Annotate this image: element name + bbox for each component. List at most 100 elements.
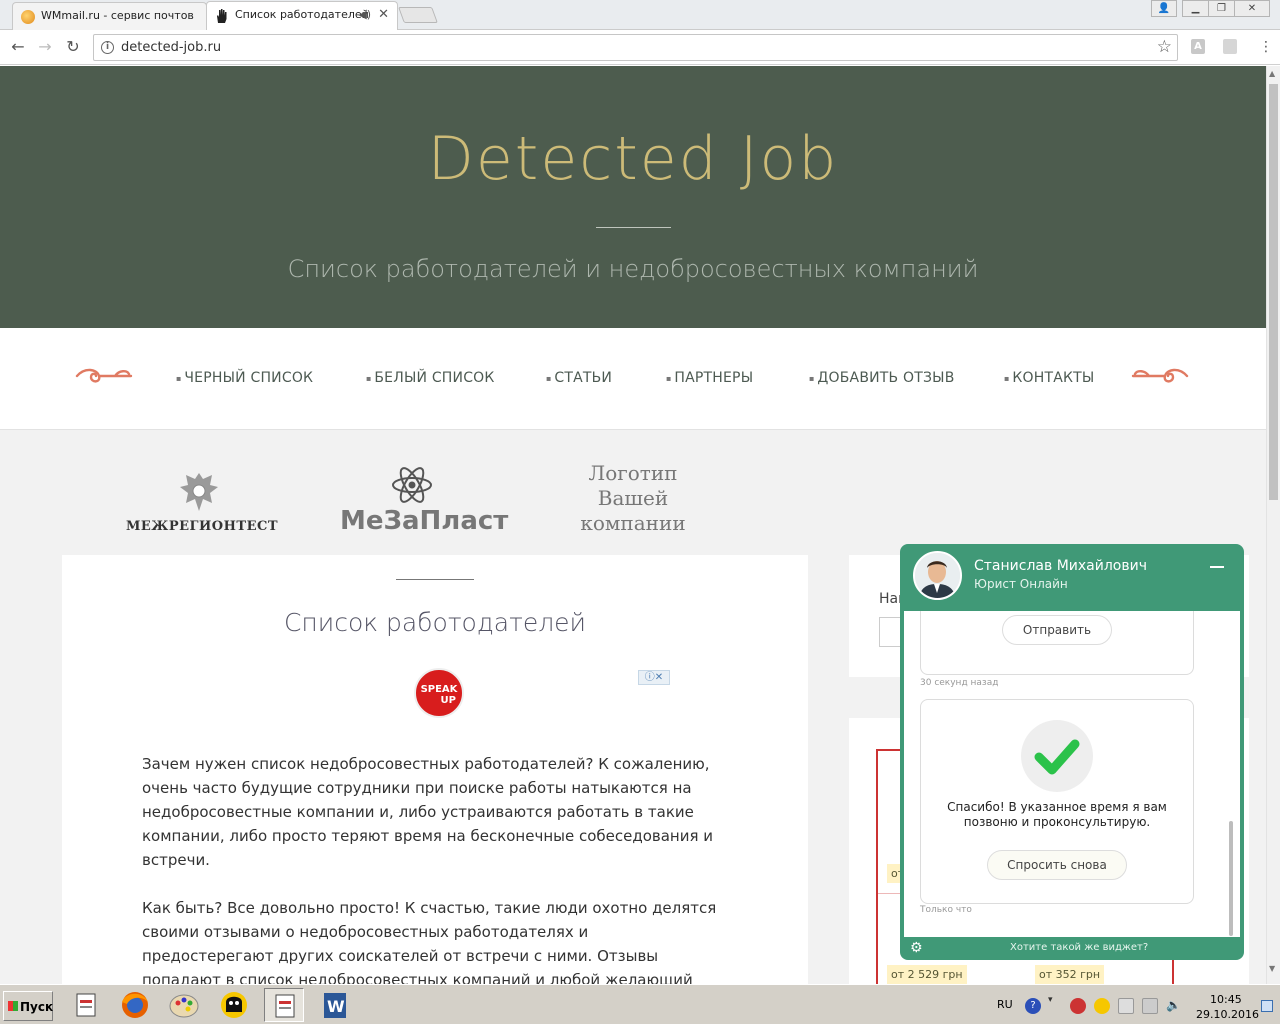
restore-icon[interactable]: ❐ bbox=[1208, 0, 1235, 17]
ghost-app-icon[interactable] bbox=[214, 988, 254, 1022]
site-title[interactable]: Detected Job bbox=[0, 124, 1266, 194]
chat-footer: ⚙ Хотите такой же виджет? bbox=[900, 937, 1244, 960]
checkmark-icon bbox=[1021, 720, 1093, 792]
extension-a-icon[interactable]: A bbox=[1191, 39, 1205, 54]
partner-logo-mezhregiontest[interactable]: МЕЖРЕГИОНТЕСТ bbox=[126, 519, 278, 534]
info-icon[interactable]: i bbox=[101, 41, 114, 54]
back-icon[interactable]: ← bbox=[8, 37, 28, 57]
tab-title: WMmail.ru - сервис почтов bbox=[41, 9, 194, 22]
confirmation-line: Спасибо! В указанное время я вам bbox=[947, 800, 1167, 814]
price-tag: от 352 грн bbox=[1035, 965, 1105, 984]
scroll-down-icon[interactable]: ▼ bbox=[1269, 964, 1275, 973]
word-icon[interactable]: W bbox=[314, 988, 354, 1022]
ad-choices-icon[interactable]: ⓘ✕ bbox=[638, 670, 670, 685]
forward-icon[interactable]: → bbox=[35, 37, 55, 57]
ad-badge-line: UP bbox=[440, 695, 456, 706]
price-tag: от 2 529 грн bbox=[887, 965, 967, 984]
wmmail-favicon-icon bbox=[21, 10, 35, 24]
document-window-icon[interactable] bbox=[264, 988, 304, 1022]
message-timestamp: 30 секунд назад bbox=[920, 678, 999, 688]
page-scrollbar[interactable]: ▲ ▼ bbox=[1266, 66, 1280, 984]
gear-icon[interactable]: ⚙ bbox=[910, 940, 923, 956]
placeholder-line: компании bbox=[580, 511, 686, 535]
show-desktop-icon[interactable] bbox=[1261, 1000, 1273, 1012]
left-ornament-icon bbox=[75, 364, 133, 394]
content-divider bbox=[396, 579, 474, 580]
site-tagline: Список работодателей и недобросовестных … bbox=[287, 255, 979, 283]
browser-tab-strip: WMmail.ru - сервис почтов Список работод… bbox=[0, 0, 1280, 31]
user-icon[interactable]: 👤 bbox=[1151, 0, 1177, 17]
document-app-icon[interactable] bbox=[66, 988, 106, 1022]
atom-icon bbox=[390, 463, 434, 507]
right-ornament-icon bbox=[1131, 364, 1189, 394]
nav-contacts[interactable]: КОНТАКТЫ bbox=[1004, 370, 1094, 386]
confirmation-bubble: Спасибо! В указанное время я вам позвоню… bbox=[920, 699, 1194, 904]
tab-title: Список работодателей bbox=[235, 8, 369, 21]
clock-date[interactable]: 29.10.2016 bbox=[1196, 1008, 1259, 1021]
message-timestamp: Только что bbox=[920, 905, 972, 915]
antivirus-icon[interactable] bbox=[1070, 998, 1086, 1014]
paint-icon[interactable] bbox=[164, 988, 204, 1022]
chat-scrollbar[interactable] bbox=[1229, 821, 1233, 936]
avatar bbox=[913, 551, 962, 600]
help-icon[interactable]: ? bbox=[1025, 998, 1041, 1014]
agent-role: Юрист Онлайн bbox=[974, 577, 1068, 591]
browser-toolbar: ← → ↻ i detected-job.ru ☆ A ⋮ bbox=[0, 30, 1280, 65]
agent-name: Станислав Михайлович bbox=[974, 558, 1147, 574]
nav-add-review[interactable]: ДОБАВИТЬ ОТЗЫВ bbox=[809, 370, 955, 386]
chat-widget: Станислав Михайлович Юрист Онлайн Отправ… bbox=[900, 544, 1244, 960]
scroll-up-icon[interactable]: ▲ bbox=[1269, 69, 1275, 78]
star-icon[interactable]: ☆ bbox=[1157, 37, 1172, 57]
ad-speakup-badge[interactable]: SPEAK UP bbox=[414, 668, 464, 718]
main-navigation: ЧЕРНЫЙ СПИСОК БЕЛЫЙ СПИСОК СТАТЬИ ПАРТНЕ… bbox=[0, 328, 1266, 430]
chat-messages: Отправить 30 секунд назад Спасибо! В ука… bbox=[904, 611, 1240, 937]
scrollbar-thumb[interactable] bbox=[1269, 84, 1278, 500]
volume-icon[interactable]: 🔈 bbox=[1166, 998, 1182, 1014]
site-header: Detected Job Список работодателей и недо… bbox=[0, 66, 1266, 328]
nav-articles[interactable]: СТАТЬИ bbox=[546, 370, 612, 386]
widget-promo-link[interactable]: Хотите такой же виджет? bbox=[1010, 942, 1148, 953]
tab-wmmail[interactable]: WMmail.ru - сервис почтов bbox=[12, 2, 207, 30]
close-tab-icon[interactable]: ✕ bbox=[378, 7, 389, 22]
partner-logo-mezaplast[interactable]: МеЗаПласт bbox=[340, 506, 508, 536]
send-button[interactable]: Отправить bbox=[1002, 615, 1112, 645]
eagle-emblem-icon bbox=[176, 469, 222, 515]
partner-logo-placeholder[interactable]: Логотип Вашей компании bbox=[572, 461, 694, 536]
ask-again-button[interactable]: Спросить снова bbox=[987, 850, 1127, 880]
reload-icon[interactable]: ↻ bbox=[63, 37, 83, 57]
extension-icon[interactable] bbox=[1223, 39, 1237, 54]
nav-partners[interactable]: ПАРТНЕРЫ bbox=[666, 370, 753, 386]
page-title: Список работодателей bbox=[283, 608, 587, 637]
tab-employers-list[interactable]: Список работодателей ◀) ✕ bbox=[206, 1, 398, 31]
address-bar[interactable]: i detected-job.ru ☆ bbox=[93, 34, 1178, 61]
confirmation-text: Спасибо! В указанное время я вам позвоню… bbox=[921, 800, 1193, 830]
audio-icon[interactable]: ◀) bbox=[358, 8, 371, 21]
ghost-tray-icon[interactable] bbox=[1094, 998, 1110, 1014]
partner-logos: МЕЖРЕГИОНТЕСТ МеЗаПласт Логотип Вашей ко… bbox=[60, 461, 760, 551]
minimize-icon[interactable]: ▁ bbox=[1182, 0, 1209, 17]
system-tray: RU ? ▾ 🔈 10:45 29.10.2016 bbox=[990, 989, 1280, 1022]
minimize-chat-icon[interactable] bbox=[1210, 566, 1224, 568]
close-window-icon[interactable]: ✕ bbox=[1234, 0, 1270, 17]
windows-taskbar: Пуск W RU ? ▾ 🔈 10:45 29.10.2016 bbox=[0, 984, 1280, 1024]
form-bubble: Отправить bbox=[920, 611, 1194, 675]
language-indicator[interactable]: RU bbox=[997, 998, 1013, 1011]
placeholder-line: Логотип bbox=[588, 461, 678, 485]
nav-white-list[interactable]: БЕЛЫЙ СПИСОК bbox=[366, 370, 495, 386]
second-paragraph: Как быть? Все довольно просто! К счастью… bbox=[142, 899, 717, 984]
new-tab-button[interactable] bbox=[398, 7, 438, 23]
firefox-icon[interactable] bbox=[115, 988, 155, 1022]
main-content: Список работодателей SPEAK UP ⓘ✕ Зачем н… bbox=[62, 555, 808, 984]
tray-expand-icon[interactable]: ▾ bbox=[1048, 995, 1058, 1017]
start-button[interactable]: Пуск bbox=[3, 991, 53, 1021]
confirmation-line: позвоню и проконсультирую. bbox=[963, 815, 1151, 829]
url-text: detected-job.ru bbox=[121, 40, 222, 55]
monitor-icon[interactable] bbox=[1142, 998, 1158, 1014]
header-divider bbox=[596, 227, 671, 228]
ad-badge-line: SPEAK bbox=[420, 684, 458, 695]
network-error-icon[interactable] bbox=[1118, 998, 1134, 1014]
nav-black-list[interactable]: ЧЕРНЫЙ СПИСОК bbox=[176, 370, 313, 386]
menu-icon[interactable]: ⋮ bbox=[1256, 37, 1276, 57]
clock-time[interactable]: 10:45 bbox=[1210, 993, 1242, 1006]
placeholder-line: Вашей bbox=[597, 486, 669, 510]
